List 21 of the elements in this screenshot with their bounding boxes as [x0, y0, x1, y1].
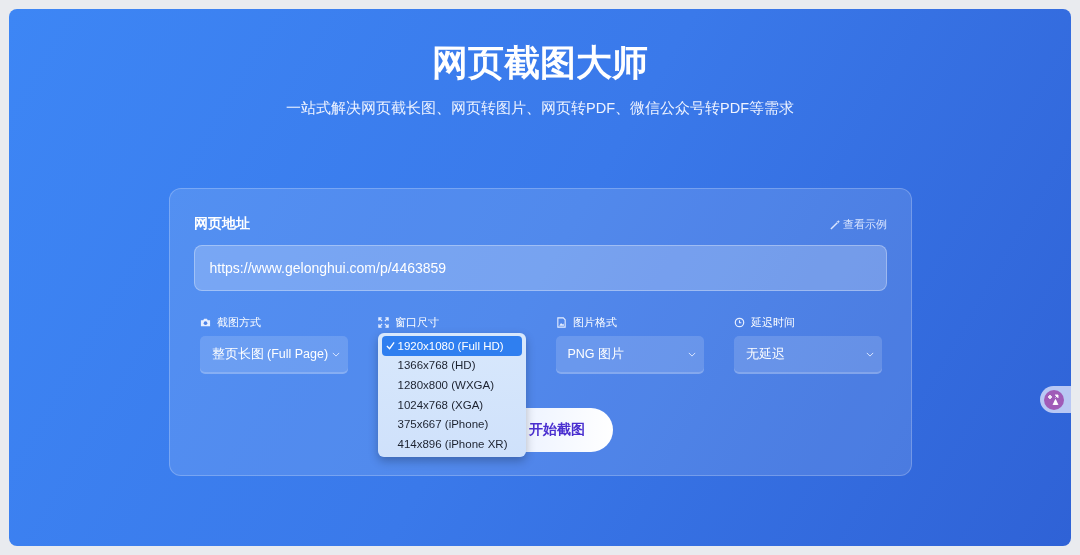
expand-icon [377, 317, 389, 328]
option-label: 窗口尺寸 [394, 315, 439, 330]
app-title: 网页截图大师 [432, 43, 648, 83]
chevron-icon [865, 351, 874, 357]
check-icon [385, 341, 395, 351]
chevron-icon [687, 351, 696, 357]
camera-icon [199, 317, 211, 328]
menu-item[interactable]: 1280x800 (WXGA) [381, 375, 522, 395]
image-file-icon [555, 317, 567, 328]
wand-icon [829, 218, 841, 230]
chevron-icon [331, 351, 340, 357]
menu-item[interactable]: 1920x1080 (Full HD) [381, 336, 522, 356]
option-label: 截图方式 [216, 315, 261, 330]
menu-item[interactable]: 1366x768 (HD) [381, 355, 522, 376]
clock-icon [733, 317, 745, 328]
app-subtitle: 一站式解决网页截长图、网页转图片、网页转PDF、微信公众号转PDF等需求 [286, 99, 794, 118]
translate-button[interactable] [1040, 386, 1071, 413]
option-label: 图片格式 [572, 315, 617, 330]
field-label: 网页地址 [193, 215, 250, 233]
option-label: 延迟时间 [750, 315, 795, 330]
translate-icon [1044, 389, 1064, 410]
